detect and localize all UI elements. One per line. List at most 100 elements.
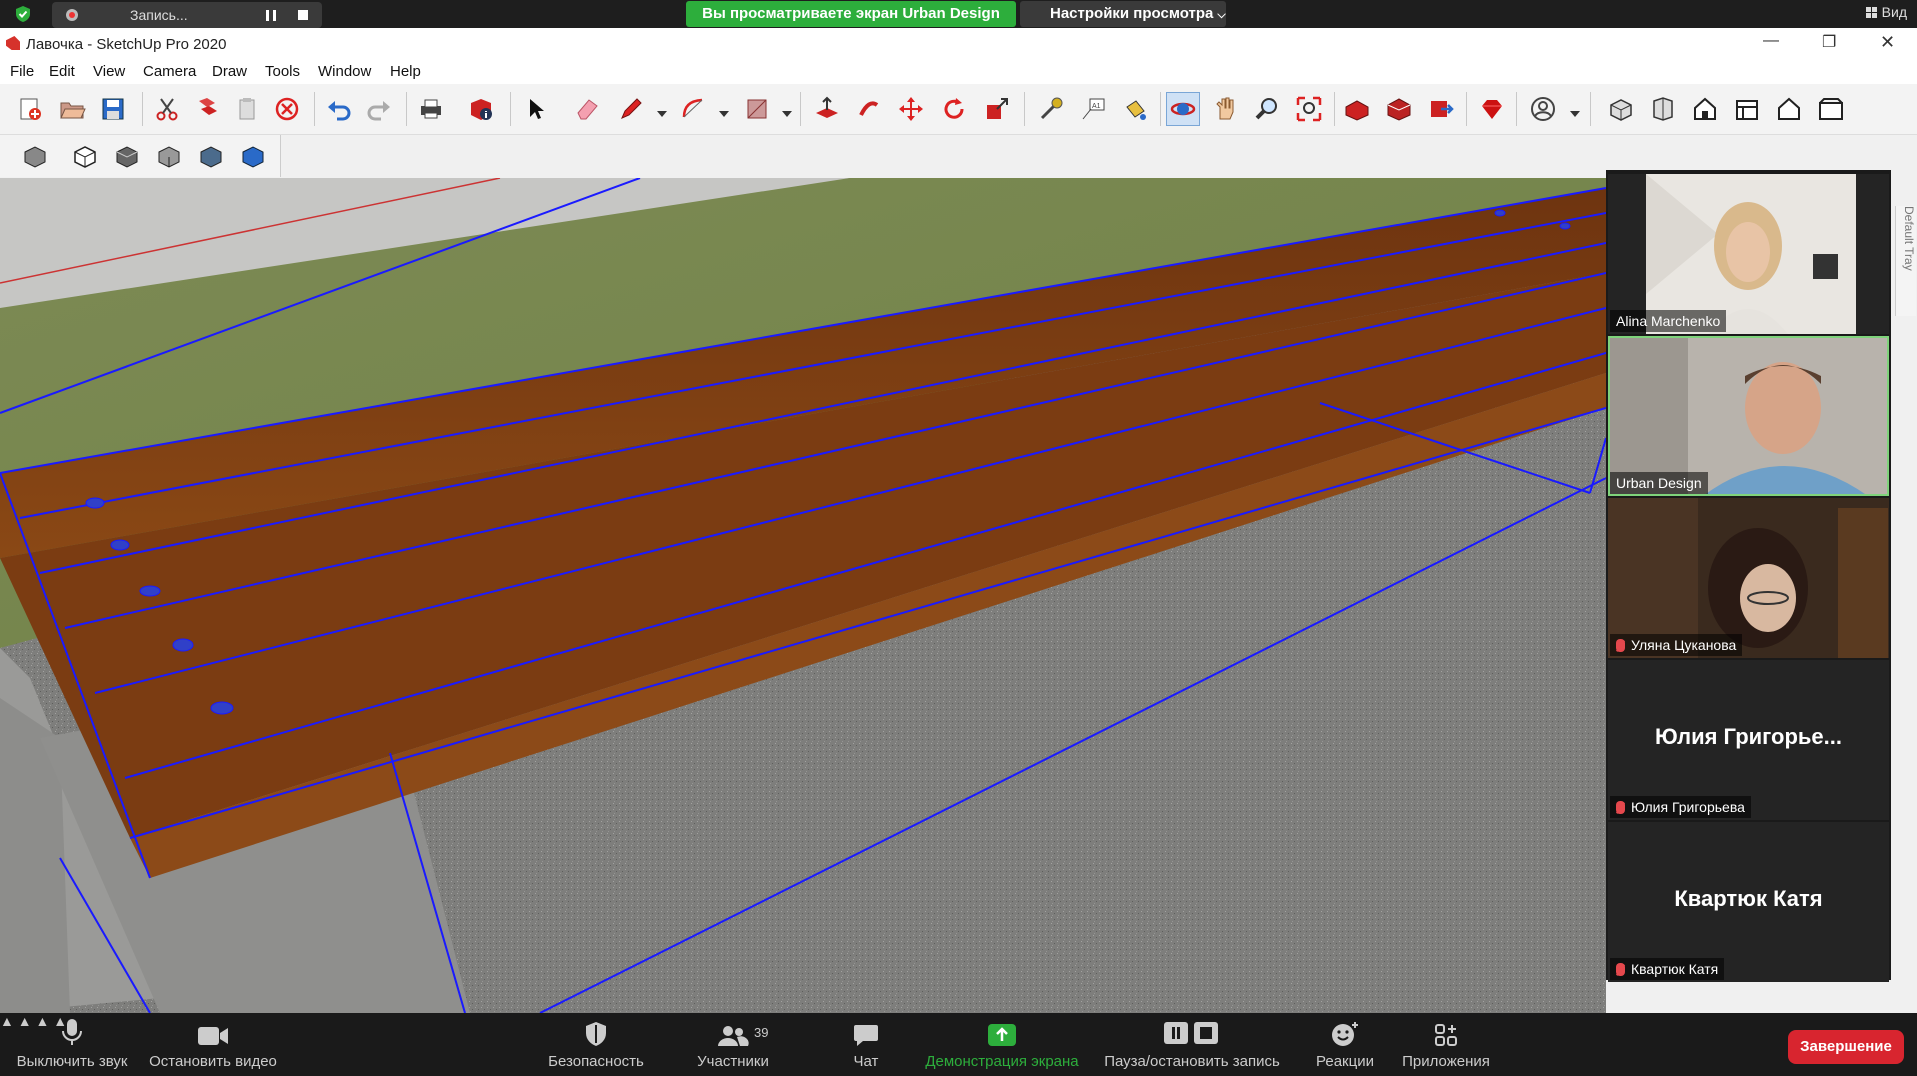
bench-model-scene[interactable]: [0, 178, 1606, 1013]
apps-button[interactable]: Приложения: [1396, 1013, 1496, 1076]
cut-icon[interactable]: [150, 92, 184, 126]
restore-button[interactable]: ❐: [1822, 32, 1836, 52]
orbit-tool-icon[interactable]: [1166, 92, 1200, 126]
pause-stop-recording-button[interactable]: Пауза/остановить запись: [1102, 1013, 1282, 1076]
video-camera-icon: [198, 1027, 228, 1045]
minimize-button[interactable]: —: [1763, 32, 1779, 50]
zoom-magnifier-icon[interactable]: [1250, 92, 1284, 126]
print-icon[interactable]: [414, 92, 448, 126]
shaded-style-icon[interactable]: [152, 139, 186, 173]
paint-bucket-icon[interactable]: [1118, 92, 1152, 126]
tape-measure-icon[interactable]: [1034, 92, 1068, 126]
menu-window[interactable]: Window: [318, 63, 371, 80]
text-tool-icon[interactable]: A1: [1076, 92, 1110, 126]
video-tile-katya[interactable]: Квартюк Катя Квартюк Катя: [1608, 822, 1889, 982]
menu-file[interactable]: File: [10, 63, 34, 80]
hidden-line-style-icon[interactable]: [110, 139, 144, 173]
menu-bar: File Edit View Camera Draw Tools Window …: [0, 60, 1917, 84]
chat-bubble-icon: [854, 1025, 878, 1046]
monochrome-style-icon[interactable]: [236, 139, 270, 173]
account-user-icon[interactable]: [1526, 92, 1560, 126]
participant-name-tag: Уляна Цуканова: [1610, 634, 1743, 656]
wireframe-style-icon[interactable]: [68, 139, 102, 173]
eraser-tool-icon[interactable]: [570, 92, 604, 126]
view-settings-label: Настройки просмотра: [1050, 5, 1214, 22]
left-view-icon[interactable]: [1814, 92, 1848, 126]
menu-tools[interactable]: Tools: [265, 63, 300, 80]
security-shield-icon: [586, 1022, 606, 1046]
chat-button[interactable]: Чат: [844, 1013, 888, 1076]
end-meeting-button[interactable]: Завершение: [1788, 1030, 1904, 1064]
participant-name-tag: Urban Design: [1610, 472, 1708, 494]
menu-camera[interactable]: Camera: [143, 63, 196, 80]
shape-dropdown-icon[interactable]: [782, 111, 792, 117]
open-folder-icon[interactable]: [55, 92, 89, 126]
zoom-control-bar: Выключить звук ▲ Остановить видео ▲ Безо…: [0, 1013, 1917, 1076]
grid-view-icon: [1865, 7, 1877, 18]
encryption-shield-icon[interactable]: [14, 5, 32, 23]
move-tool-icon[interactable]: [894, 92, 928, 126]
erase-icon[interactable]: [270, 92, 304, 126]
share-screen-icon: [988, 1024, 1016, 1046]
menu-view[interactable]: View: [93, 63, 125, 80]
security-button[interactable]: Безопасность: [544, 1013, 648, 1076]
push-pull-icon[interactable]: [810, 92, 844, 126]
save-icon[interactable]: [96, 92, 130, 126]
default-tray-tab[interactable]: Default Tray: [1895, 206, 1916, 316]
share-model-icon[interactable]: [1424, 92, 1458, 126]
close-button[interactable]: ✕: [1880, 32, 1895, 53]
video-tile-ulyana[interactable]: Уляна Цуканова: [1608, 498, 1889, 658]
model-info-icon[interactable]: [464, 92, 498, 126]
video-tile-alina[interactable]: Alina Marchenko: [1608, 174, 1889, 334]
view-settings-button[interactable]: Настройки просмотра ⌵: [1020, 1, 1226, 27]
ruby-console-icon[interactable]: [1475, 92, 1509, 126]
reactions-label: Реакции: [1316, 1053, 1374, 1070]
stop-video-button[interactable]: Остановить видео: [148, 1013, 278, 1076]
undo-icon[interactable]: [322, 92, 356, 126]
copy-icon[interactable]: [190, 92, 224, 126]
participant-name: Квартюк Катя: [1631, 961, 1719, 977]
sketchup-3d-viewport[interactable]: [0, 178, 1606, 1013]
reactions-button[interactable]: Реакции: [1310, 1013, 1380, 1076]
paste-icon[interactable]: [230, 92, 264, 126]
scale-tool-icon[interactable]: [980, 92, 1014, 126]
mute-button[interactable]: Выключить звук: [12, 1013, 132, 1076]
account-dropdown-icon[interactable]: [1570, 111, 1580, 117]
arc-dropdown-icon[interactable]: [719, 111, 729, 117]
share-screen-button[interactable]: Демонстрация экрана: [924, 1013, 1080, 1076]
participant-name-tag: Alina Marchenko: [1610, 310, 1727, 332]
participants-icon: [718, 1026, 749, 1046]
arc-tool-icon[interactable]: [677, 92, 711, 126]
shaded-textures-style-icon[interactable]: [194, 139, 228, 173]
rotate-tool-icon[interactable]: [937, 92, 971, 126]
line-pencil-icon[interactable]: [614, 92, 648, 126]
warehouse-icon[interactable]: [1340, 92, 1374, 126]
menu-help[interactable]: Help: [390, 63, 421, 80]
menu-draw[interactable]: Draw: [212, 63, 247, 80]
stop-recording-icon[interactable]: [298, 10, 308, 20]
xray-style-icon[interactable]: [18, 139, 52, 173]
select-arrow-icon[interactable]: [518, 92, 552, 126]
zoom-extents-icon[interactable]: [1292, 92, 1326, 126]
participants-button[interactable]: Участники: [688, 1013, 778, 1076]
video-tile-urban-design[interactable]: Urban Design: [1608, 336, 1889, 496]
rectangle-tool-icon[interactable]: [740, 92, 774, 126]
recording-indicator: Запись...: [52, 2, 322, 28]
video-tile-yulia[interactable]: Юлия Григорье... Юлия Григорьева: [1608, 660, 1889, 820]
video-label: Остановить видео: [149, 1053, 277, 1070]
zoom-top-bar: Запись... Вы просматриваете экран Urban …: [0, 0, 1917, 28]
iso-view-icon[interactable]: [1604, 92, 1638, 126]
new-file-icon[interactable]: [13, 92, 47, 126]
front-view-icon[interactable]: [1688, 92, 1722, 126]
pan-hand-icon[interactable]: [1208, 92, 1242, 126]
top-view-icon[interactable]: [1646, 92, 1680, 126]
follow-me-icon[interactable]: [852, 92, 886, 126]
extension-warehouse-icon[interactable]: [1382, 92, 1416, 126]
menu-edit[interactable]: Edit: [49, 63, 75, 80]
redo-icon[interactable]: [362, 92, 396, 126]
view-button[interactable]: Вид: [1865, 4, 1907, 20]
line-dropdown-icon[interactable]: [657, 111, 667, 117]
right-view-icon[interactable]: [1730, 92, 1764, 126]
back-view-icon[interactable]: [1772, 92, 1806, 126]
pause-recording-icon[interactable]: [266, 10, 276, 21]
